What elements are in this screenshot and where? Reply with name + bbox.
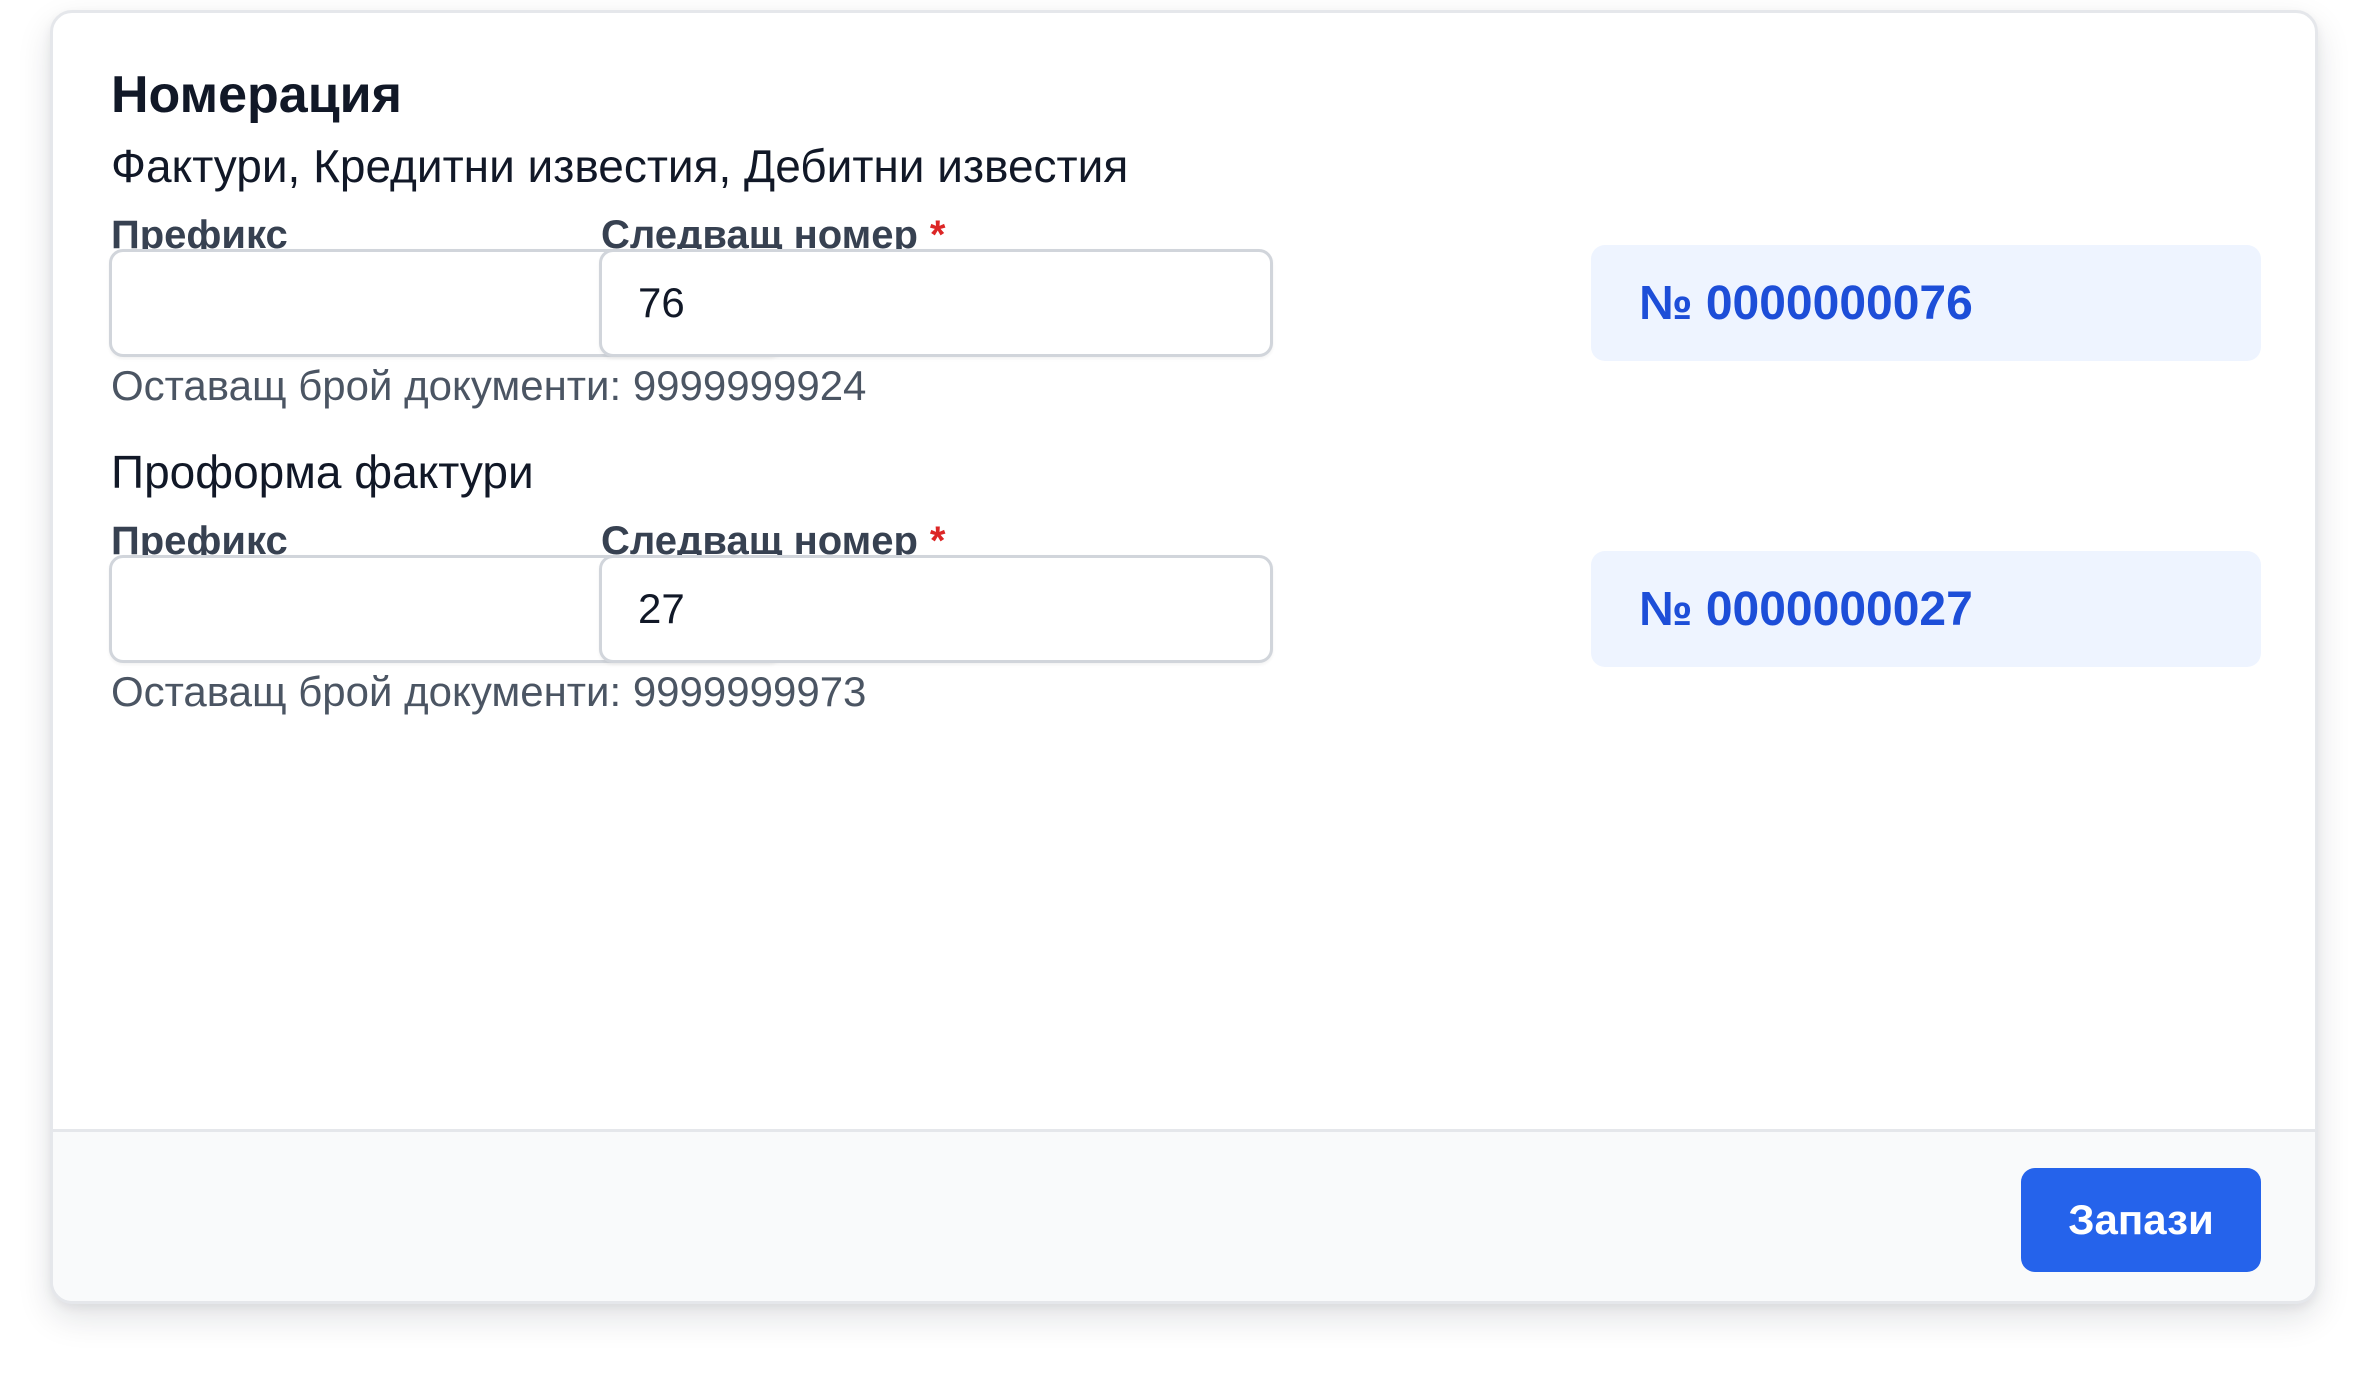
page-title: Номерация [111, 66, 402, 124]
proforma-number-preview: № 0000000027 [1591, 551, 2261, 667]
proforma-remaining-count: Оставащ брой документи: 9999999973 [111, 668, 867, 715]
card-body: Номерация Фактури, Кредитни известия, Де… [53, 13, 2315, 1129]
proforma-section-title: Проформа фактури [111, 446, 534, 498]
card-footer: Запази [53, 1129, 2315, 1301]
numbering-card: Номерация Фактури, Кредитни известия, Де… [50, 10, 2318, 1304]
proforma-next-number-input[interactable] [599, 555, 1273, 663]
save-button[interactable]: Запази [2021, 1168, 2261, 1272]
invoices-section-title: Фактури, Кредитни известия, Дебитни изве… [111, 140, 1129, 192]
invoices-remaining-count: Оставащ брой документи: 9999999924 [111, 362, 867, 409]
invoices-next-number-input[interactable] [599, 249, 1273, 357]
invoices-number-preview: № 0000000076 [1591, 245, 2261, 361]
